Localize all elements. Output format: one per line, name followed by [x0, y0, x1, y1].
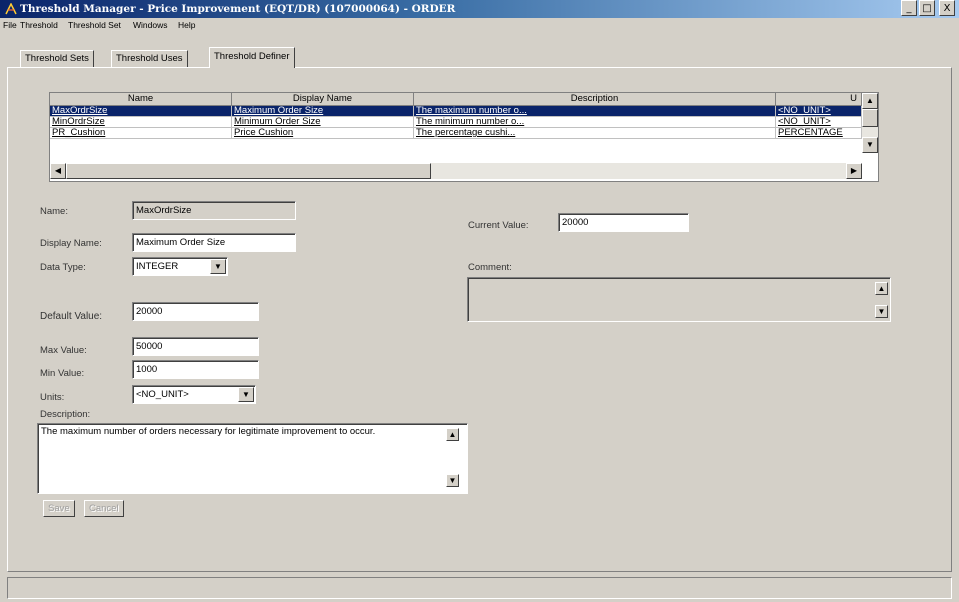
table-cell: The minimum number o... [414, 117, 776, 128]
comment-label: Comment: [468, 262, 512, 273]
tab-threshold-uses[interactable]: Threshold Uses [111, 50, 188, 68]
chevron-down-icon[interactable]: ▼ [210, 259, 226, 274]
horizontal-scrollbar[interactable]: ◀ ▶ [50, 163, 862, 179]
data-type-select[interactable]: INTEGER ▼ [132, 257, 228, 276]
units-value: <NO_UNIT> [136, 389, 189, 400]
table-cell: PERCENTAGE [776, 128, 862, 139]
scroll-down-arrow-icon[interactable]: ▼ [875, 305, 888, 318]
units-select[interactable]: <NO_UNIT> ▼ [132, 385, 256, 404]
scroll-left-arrow-icon[interactable]: ◀ [50, 163, 66, 179]
min-value-field[interactable]: 1000 [132, 360, 259, 379]
name-field: MaxOrdrSize [132, 201, 296, 220]
table-cell: Maximum Order Size [232, 106, 414, 117]
default-value-label: Default Value: [40, 311, 103, 322]
scroll-up-arrow-icon[interactable]: ▲ [862, 93, 878, 109]
tab-threshold-sets[interactable]: Threshold Sets [20, 50, 94, 68]
scroll-down-arrow-icon[interactable]: ▼ [446, 474, 459, 487]
table-cell: The percentage cushi... [414, 128, 776, 139]
column-header-units[interactable]: U [776, 93, 862, 106]
table-cell: MinOrdrSize [50, 117, 232, 128]
comment-textarea[interactable]: ▲ ▼ [467, 277, 891, 322]
units-label: Units: [40, 392, 65, 403]
tab-threshold-definer[interactable]: Threshold Definer [209, 47, 295, 68]
maximize-button[interactable]: □ [919, 0, 935, 16]
table-row[interactable]: MaxOrdrSize Maximum Order Size The maxim… [50, 106, 862, 117]
description-text: The maximum number of orders necessary f… [41, 426, 376, 437]
table-cell: PR_Cushion [50, 128, 232, 139]
scroll-up-arrow-icon[interactable]: ▲ [446, 428, 459, 441]
table-cell: Price Cushion [232, 128, 414, 139]
data-type-label: Data Type: [40, 262, 86, 273]
menu-file[interactable]: File [3, 20, 17, 30]
menu-help[interactable]: Help [178, 20, 195, 30]
menu-threshold[interactable]: Threshold [20, 20, 58, 30]
table-row[interactable]: PR_Cushion Price Cushion The percentage … [50, 128, 862, 139]
column-header-name[interactable]: Name [50, 93, 232, 106]
save-button[interactable]: Save [43, 500, 75, 517]
menu-windows[interactable]: Windows [133, 20, 167, 30]
table-cell: Minimum Order Size [232, 117, 414, 128]
chevron-down-icon[interactable]: ▼ [238, 387, 254, 402]
name-label: Name: [40, 206, 68, 217]
scroll-up-arrow-icon[interactable]: ▲ [875, 282, 888, 295]
vertical-scrollbar[interactable]: ▲ ▼ [862, 93, 878, 153]
column-header-description[interactable]: Description [414, 93, 776, 106]
scrollbar-thumb[interactable] [862, 109, 878, 127]
table-row[interactable]: MinOrdrSize Minimum Order Size The minim… [50, 117, 862, 128]
min-value-label: Min Value: [40, 368, 85, 379]
column-header-display-name[interactable]: Display Name [232, 93, 414, 106]
description-label: Description: [40, 409, 91, 420]
table-cell: <NO_UNIT> [776, 106, 862, 117]
close-button[interactable]: X [939, 0, 955, 16]
minimize-button[interactable]: _ [901, 0, 917, 16]
app-logo-icon [5, 3, 17, 15]
table-cell: <NO_UNIT> [776, 117, 862, 128]
display-name-field[interactable]: Maximum Order Size [132, 233, 296, 252]
max-value-label: Max Value: [40, 345, 87, 356]
default-value-field[interactable]: 20000 [132, 302, 259, 321]
description-textarea[interactable]: The maximum number of orders necessary f… [37, 423, 468, 494]
data-type-value: INTEGER [136, 261, 179, 272]
threshold-table[interactable]: Name Display Name Description U MaxOrdrS… [49, 92, 879, 182]
max-value-field[interactable]: 50000 [132, 337, 259, 356]
table-cell: MaxOrdrSize [50, 106, 232, 117]
menu-threshold-set[interactable]: Threshold Set [68, 20, 121, 30]
cancel-button[interactable]: Cancel [84, 500, 124, 517]
scroll-right-arrow-icon[interactable]: ▶ [846, 163, 862, 179]
current-value-label: Current Value: [468, 220, 529, 231]
display-name-label: Display Name: [40, 238, 102, 249]
scrollbar-thumb[interactable] [66, 163, 431, 179]
scroll-down-arrow-icon[interactable]: ▼ [862, 137, 878, 153]
table-cell: The maximum number o... [414, 106, 776, 117]
status-bar [7, 577, 952, 599]
window-title: Threshold Manager - Price Improvement (E… [20, 3, 456, 15]
current-value-field[interactable]: 20000 [558, 213, 689, 232]
